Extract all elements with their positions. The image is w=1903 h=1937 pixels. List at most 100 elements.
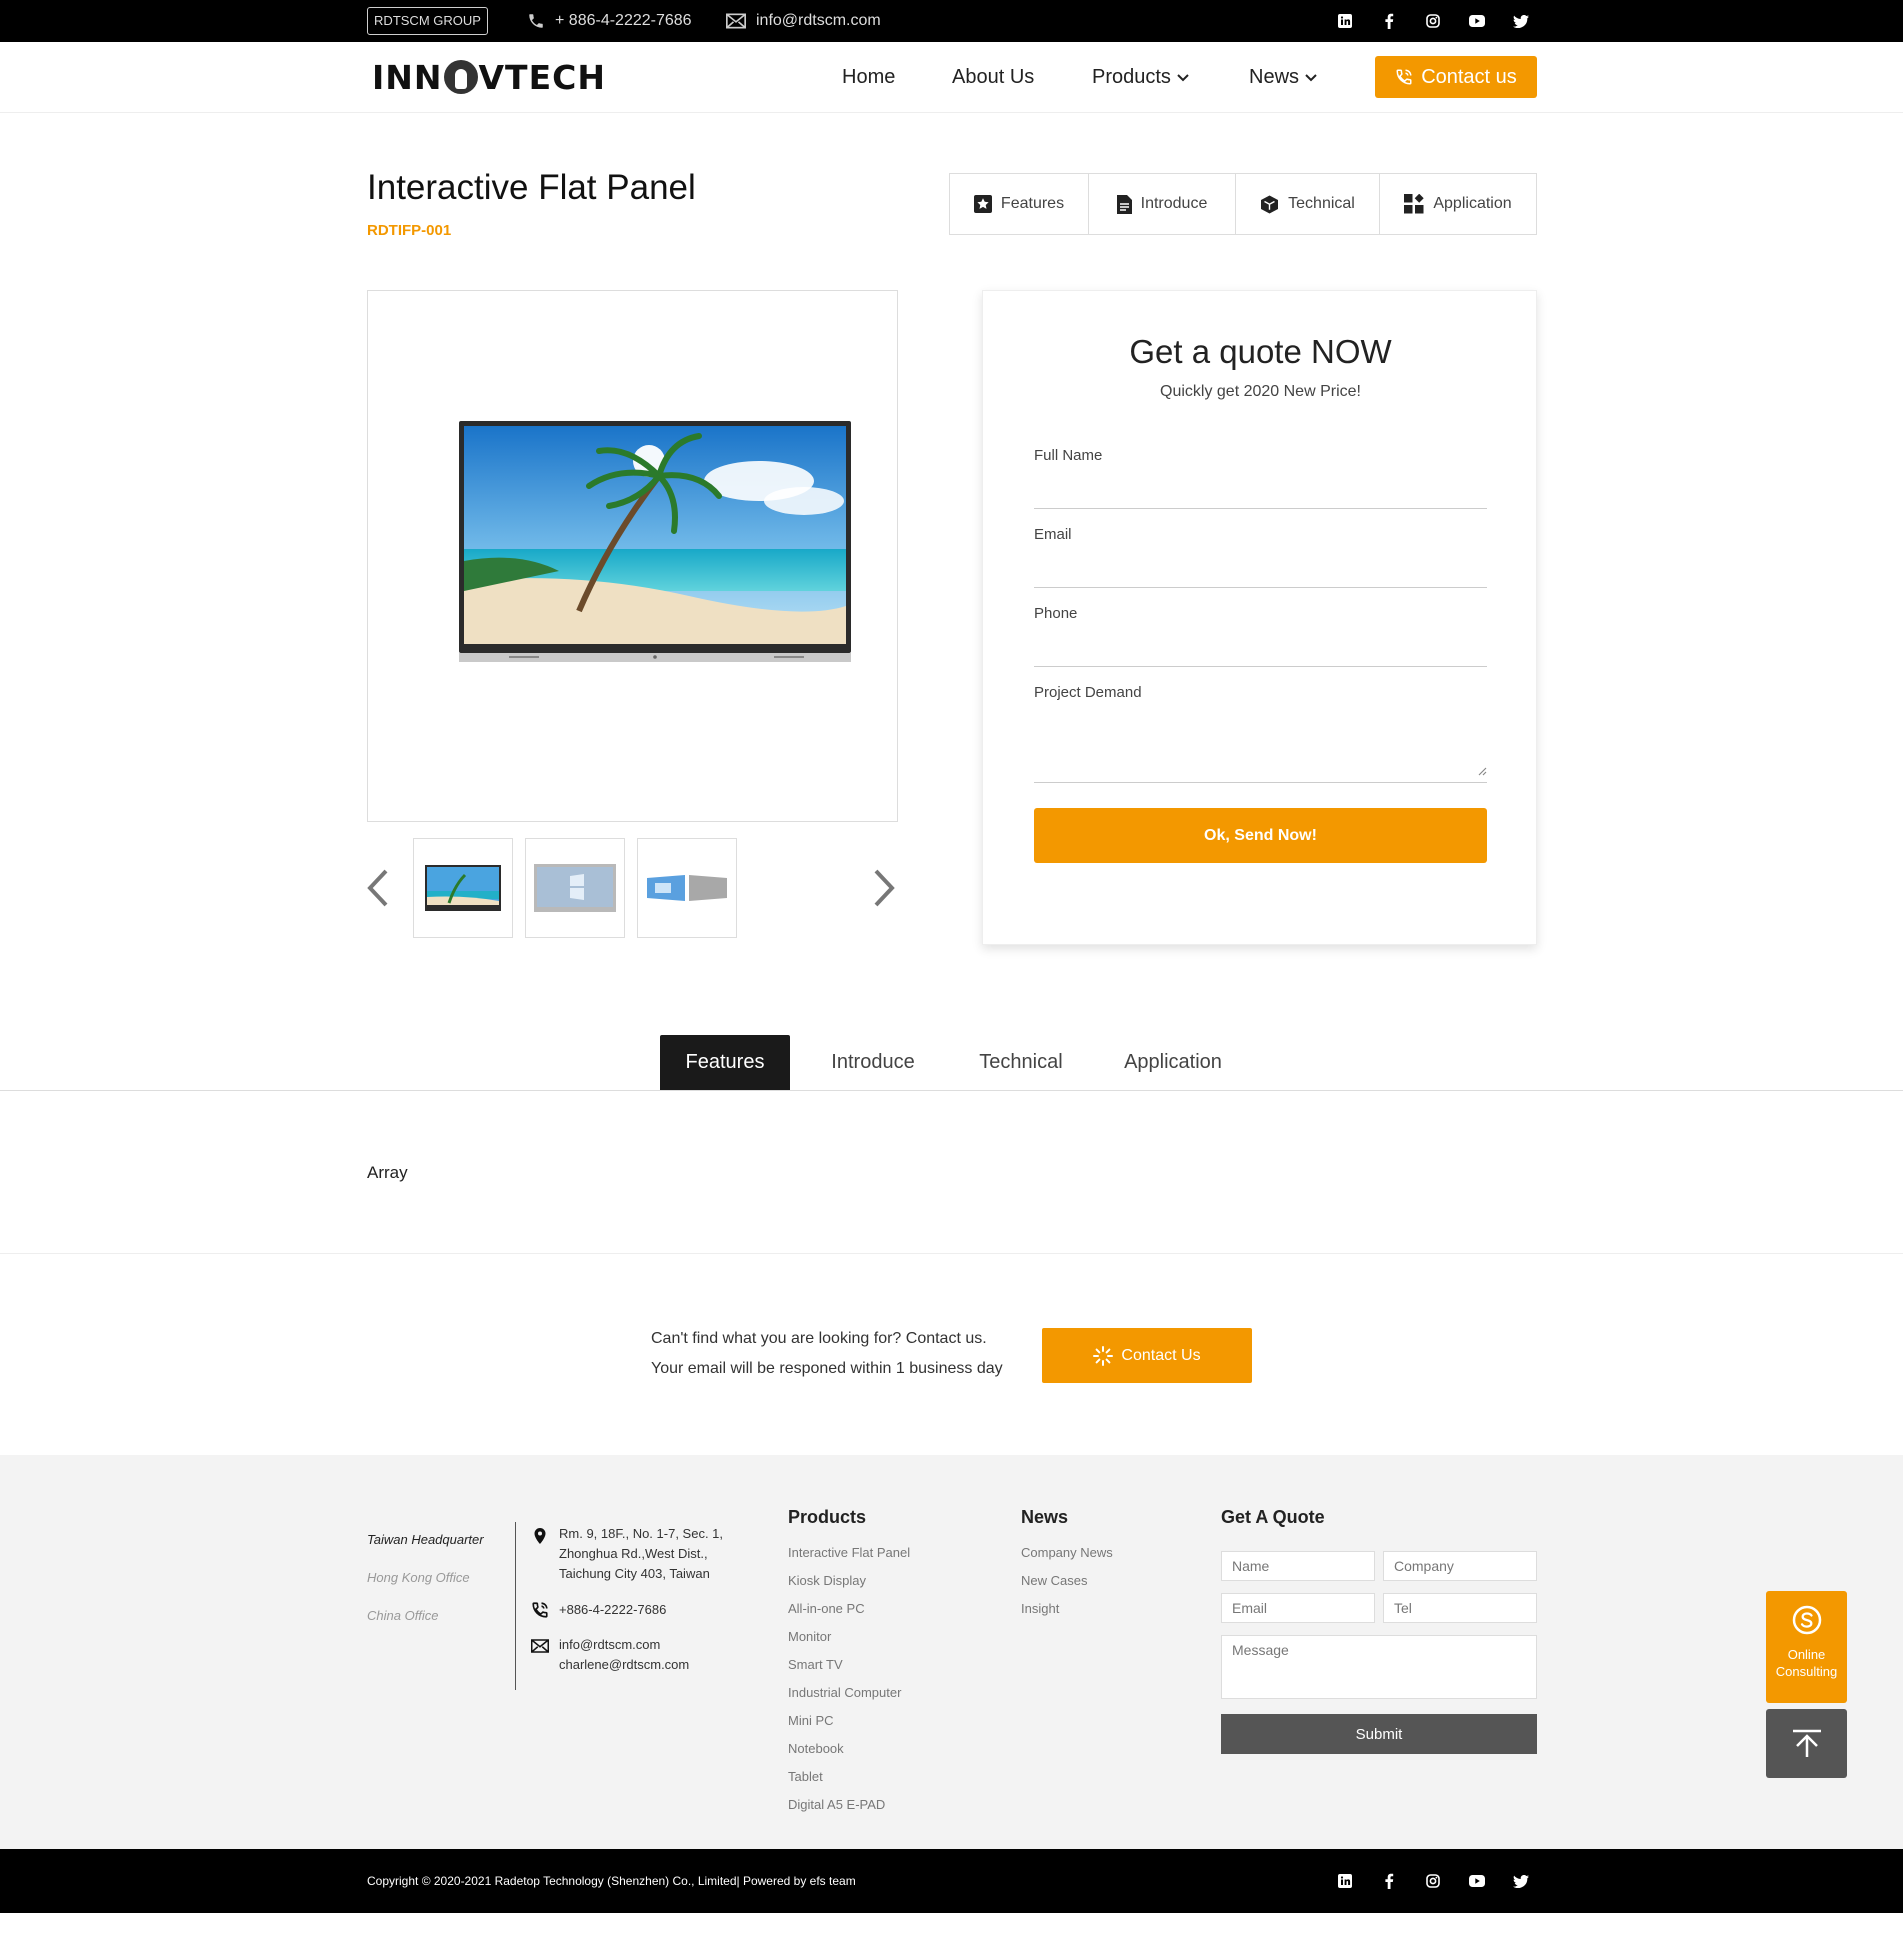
cta-line-2: Your email will be responed within 1 bus… bbox=[651, 1360, 1003, 1377]
footer-product-link[interactable]: Notebook bbox=[788, 1741, 844, 1756]
twitter-icon[interactable] bbox=[1512, 12, 1530, 30]
back-to-top-button[interactable] bbox=[1766, 1709, 1847, 1778]
content-divider bbox=[0, 1253, 1903, 1254]
quote-form-card: Get a quote NOW Quickly get 2020 New Pri… bbox=[982, 290, 1537, 945]
footer-product-link[interactable]: Monitor bbox=[788, 1629, 831, 1644]
anchor-tab-features[interactable]: Features bbox=[950, 174, 1089, 234]
footer-submit-button[interactable]: Submit bbox=[1221, 1714, 1537, 1754]
office-tab-taiwan[interactable]: Taiwan Headquarter bbox=[367, 1532, 484, 1547]
footer-product-link[interactable]: Tablet bbox=[788, 1769, 823, 1784]
cta-line-1: Can't find what you are looking for? Con… bbox=[651, 1330, 987, 1347]
group-badge[interactable]: RDTSCM GROUP bbox=[367, 7, 488, 35]
tab-introduce[interactable]: Introduce bbox=[808, 1035, 938, 1090]
linkedin-icon[interactable] bbox=[1336, 1872, 1354, 1890]
footer-address-1: Rm. 9, 18F., No. 1-7, Sec. 1, bbox=[559, 1526, 724, 1541]
header-contact-button[interactable]: Contact us bbox=[1375, 56, 1537, 98]
cta-contact-button[interactable]: Contact Us bbox=[1042, 1328, 1252, 1383]
footer-product-link[interactable]: Interactive Flat Panel bbox=[788, 1545, 910, 1560]
gallery-thumb-2[interactable] bbox=[525, 838, 625, 938]
nav-home[interactable]: Home bbox=[842, 42, 895, 113]
anchor-tab-introduce-label: Introduce bbox=[1140, 195, 1208, 212]
footer-email-1[interactable]: info@rdtscm.com bbox=[559, 1635, 660, 1655]
top-bar: RDTSCM GROUP + 886-4-2222-7686 info@rdts… bbox=[0, 0, 1903, 42]
footer-phone[interactable]: +886-4-2222-7686 bbox=[559, 1600, 666, 1620]
anchor-tab-introduce[interactable]: Introduce bbox=[1089, 174, 1236, 234]
footer-tel-input[interactable]: Tel bbox=[1383, 1593, 1537, 1623]
instagram-icon[interactable] bbox=[1424, 12, 1442, 30]
resize-handle-icon[interactable] bbox=[1477, 766, 1487, 776]
footer bbox=[0, 1455, 1903, 1850]
footer-name-input[interactable]: Name bbox=[1221, 1551, 1375, 1581]
site-logo[interactable]: INN VTECH bbox=[372, 56, 606, 98]
location-pin-icon bbox=[534, 1528, 546, 1544]
send-quote-button[interactable]: Ok, Send Now! bbox=[1034, 808, 1487, 863]
footer-email-input[interactable]: Email bbox=[1221, 1593, 1375, 1623]
full-name-label: Full Name bbox=[1034, 447, 1103, 464]
nav-products-label: Products bbox=[1092, 66, 1171, 88]
top-phone-text: + 886-4-2222-7686 bbox=[555, 12, 692, 29]
gallery-prev-arrow-icon[interactable] bbox=[366, 868, 390, 908]
nav-news[interactable]: News bbox=[1249, 42, 1317, 113]
footer-product-link[interactable]: Digital A5 E-PAD bbox=[788, 1797, 885, 1812]
youtube-icon[interactable] bbox=[1468, 12, 1486, 30]
gallery-thumb-1[interactable] bbox=[413, 838, 513, 938]
phone-input[interactable] bbox=[1034, 629, 1487, 657]
top-phone[interactable]: + 886-4-2222-7686 bbox=[527, 0, 692, 42]
product-main-image[interactable] bbox=[367, 290, 898, 822]
footer-message-textarea[interactable]: Message bbox=[1221, 1635, 1537, 1699]
anchor-tab-technical[interactable]: Technical bbox=[1236, 174, 1380, 234]
footer-product-link[interactable]: All-in-one PC bbox=[788, 1601, 865, 1616]
online-consulting-line-1: Online bbox=[1787, 1647, 1826, 1662]
footer-product-link[interactable]: Industrial Computer bbox=[788, 1685, 901, 1700]
email-input[interactable] bbox=[1034, 550, 1487, 578]
footer-news-link[interactable]: Insight bbox=[1021, 1601, 1059, 1616]
phone-call-icon bbox=[532, 1602, 548, 1618]
footer-news-link[interactable]: New Cases bbox=[1021, 1573, 1087, 1588]
document-icon bbox=[1116, 194, 1132, 214]
footer-address-3: Taichung City 403, Taiwan bbox=[559, 1566, 710, 1581]
star-icon bbox=[973, 195, 992, 213]
office-tab-hong-kong[interactable]: Hong Kong Office bbox=[367, 1570, 470, 1585]
email-underline bbox=[1034, 587, 1487, 588]
footer-product-link[interactable]: Kiosk Display bbox=[788, 1573, 866, 1588]
tab-content-text: Array bbox=[367, 1163, 408, 1182]
top-email[interactable]: info@rdtscm.com bbox=[726, 0, 881, 42]
footer-news-heading: News bbox=[1021, 1507, 1069, 1527]
online-consulting-button[interactable]: Online Consulting bbox=[1766, 1591, 1847, 1703]
nav-products[interactable]: Products bbox=[1092, 42, 1189, 113]
anchor-tab-application[interactable]: Application bbox=[1380, 174, 1536, 234]
instagram-icon[interactable] bbox=[1424, 1872, 1442, 1890]
footer-product-link[interactable]: Smart TV bbox=[788, 1657, 843, 1672]
spark-icon bbox=[1093, 1345, 1114, 1366]
phone-call-icon bbox=[1396, 69, 1412, 85]
gallery-thumb-3[interactable] bbox=[637, 838, 737, 938]
logo-text-left: INN bbox=[372, 57, 443, 97]
footer-product-link[interactable]: Mini PC bbox=[788, 1713, 834, 1728]
bottom-bar: Copyright © 2020-2021 Radetop Technology… bbox=[0, 1849, 1903, 1913]
copyright-text: Copyright © 2020-2021 Radetop Technology… bbox=[367, 1874, 856, 1888]
project-demand-underline bbox=[1034, 782, 1487, 783]
anchor-tab-features-label: Features bbox=[1000, 195, 1065, 212]
tab-features[interactable]: Features bbox=[660, 1035, 790, 1090]
nav-home-label: Home bbox=[842, 66, 896, 88]
nav-about[interactable]: About Us bbox=[952, 42, 1034, 113]
full-name-input[interactable] bbox=[1034, 471, 1487, 499]
facebook-icon[interactable] bbox=[1380, 12, 1398, 30]
office-tab-china[interactable]: China Office bbox=[367, 1608, 439, 1623]
project-demand-textarea[interactable] bbox=[1034, 708, 1487, 780]
footer-email-2[interactable]: charlene@rdtscm.com bbox=[559, 1655, 689, 1675]
footer-company-input[interactable]: Company bbox=[1383, 1551, 1537, 1581]
youtube-icon[interactable] bbox=[1468, 1872, 1486, 1890]
tab-technical[interactable]: Technical bbox=[956, 1035, 1086, 1090]
gallery-next-arrow-icon[interactable] bbox=[872, 868, 896, 908]
twitter-icon[interactable] bbox=[1512, 1872, 1530, 1890]
facebook-icon[interactable] bbox=[1380, 1872, 1398, 1890]
linkedin-icon[interactable] bbox=[1336, 12, 1354, 30]
project-demand-label: Project Demand bbox=[1034, 684, 1142, 701]
tab-application[interactable]: Application bbox=[1108, 1035, 1238, 1090]
anchor-tab-technical-label: Technical bbox=[1288, 195, 1355, 212]
quote-subtitle: Quickly get 2020 New Price! bbox=[1160, 383, 1361, 400]
chevron-down-icon bbox=[1305, 73, 1317, 81]
cube-icon bbox=[1261, 195, 1279, 213]
footer-news-link[interactable]: Company News bbox=[1021, 1545, 1113, 1560]
